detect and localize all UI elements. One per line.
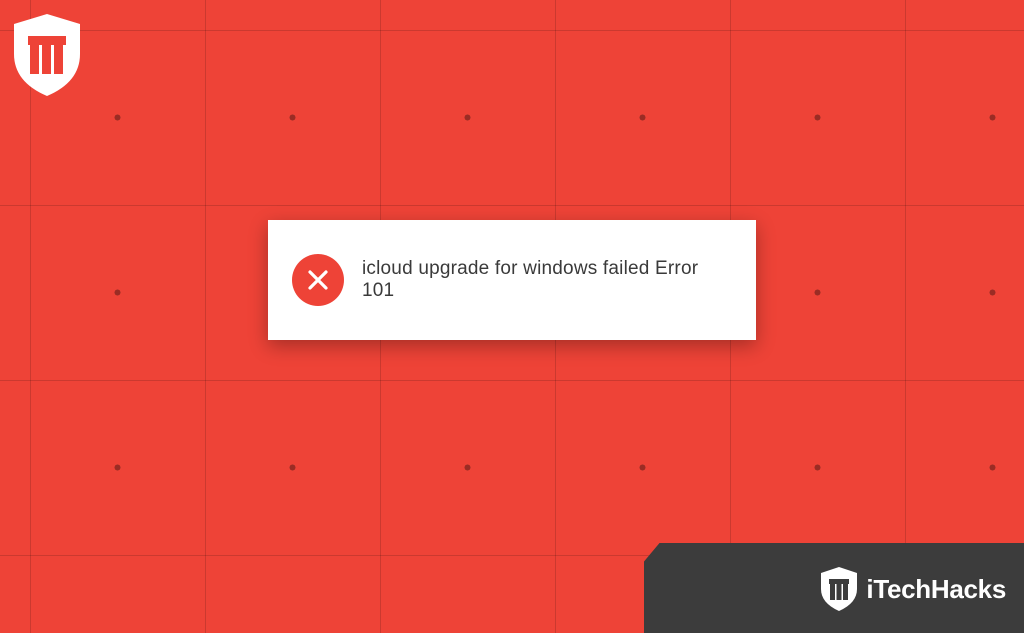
shield-logo-icon <box>8 10 86 100</box>
error-message-card: icloud upgrade for windows failed Error … <box>268 220 756 340</box>
brand-logo-top <box>8 10 86 100</box>
brand-name-text: iTechHacks <box>866 574 1006 605</box>
close-x-icon <box>306 268 330 292</box>
error-icon-circle <box>292 254 344 306</box>
error-message-text: icloud upgrade for windows failed Error … <box>362 258 732 302</box>
brand-shield-icon <box>818 565 860 613</box>
brand-band: iTechHacks <box>644 523 1024 633</box>
brand-content: iTechHacks <box>818 565 1006 613</box>
